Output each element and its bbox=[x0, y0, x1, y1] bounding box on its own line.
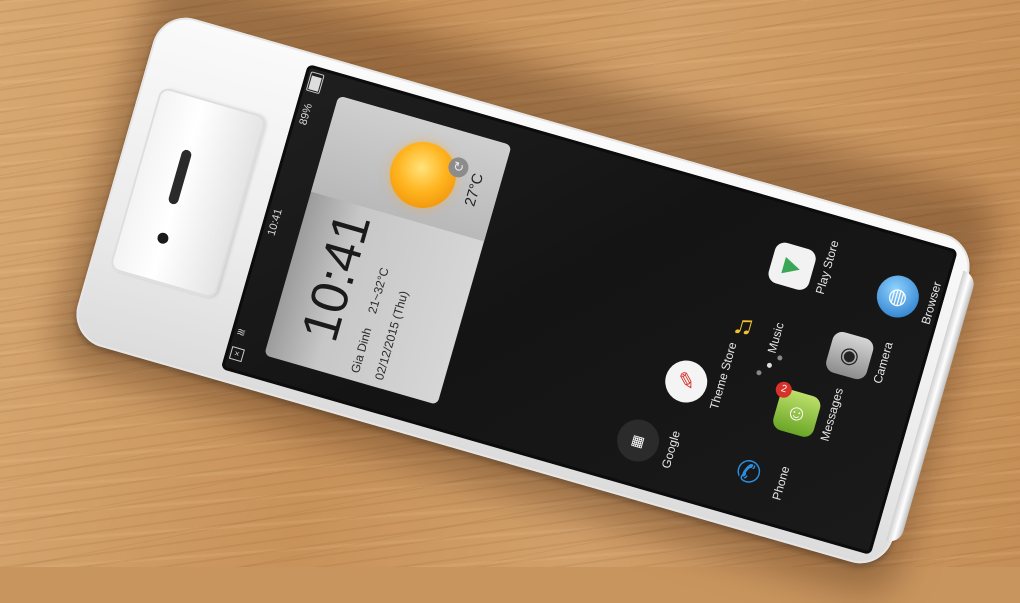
app-camera[interactable]: ◉ Camera bbox=[823, 329, 896, 387]
app-label: Theme Store bbox=[706, 340, 740, 412]
phone-icon: ✆ bbox=[732, 452, 766, 492]
globe-icon: ◍ bbox=[871, 270, 924, 323]
app-label: Messages bbox=[817, 386, 847, 443]
app-label: Play Store bbox=[812, 238, 842, 296]
app-google[interactable]: ▦ Google bbox=[612, 414, 683, 472]
temperature-range: 21~32°C bbox=[365, 265, 392, 316]
app-browser[interactable]: ◍ Browser bbox=[871, 270, 944, 328]
play-store-icon: ▶ bbox=[766, 240, 819, 293]
wifi-icon: ≋ bbox=[234, 325, 248, 340]
message-icon: ☺ 2 bbox=[770, 379, 823, 440]
google-folder-icon: ▦ bbox=[612, 414, 665, 467]
page-indicator-dot-active[interactable] bbox=[766, 362, 773, 369]
app-label: Music bbox=[764, 320, 787, 355]
status-time: 10:41 bbox=[265, 207, 285, 238]
earpiece-speaker bbox=[167, 148, 193, 206]
battery-icon bbox=[305, 71, 325, 95]
rotating-camera-module bbox=[108, 86, 267, 300]
page-indicator-dot[interactable] bbox=[755, 369, 763, 376]
app-theme-store[interactable]: ✎ Theme Store bbox=[660, 341, 740, 413]
app-label: Camera bbox=[870, 340, 896, 386]
app-messages[interactable]: ☺ 2 Messages bbox=[770, 379, 846, 444]
app-play-store[interactable]: ▶ Play Store bbox=[766, 239, 842, 297]
location-text: Gia Dinh bbox=[348, 326, 375, 375]
page-indicator-dot[interactable] bbox=[776, 354, 783, 362]
app-label: Browser bbox=[918, 279, 945, 327]
unread-badge: 2 bbox=[773, 379, 794, 400]
close-notification-icon[interactable]: × bbox=[228, 346, 245, 363]
widget-clock: 10:41 bbox=[290, 206, 383, 348]
palette-icon: ✎ bbox=[660, 355, 713, 408]
camera-icon: ◉ bbox=[823, 329, 876, 382]
front-camera-lens bbox=[156, 231, 170, 246]
app-label: Phone bbox=[769, 464, 793, 502]
battery-percent: 89% bbox=[297, 102, 315, 127]
app-phone[interactable]: ✆ Phone bbox=[723, 446, 792, 503]
app-label: Google bbox=[658, 429, 683, 471]
